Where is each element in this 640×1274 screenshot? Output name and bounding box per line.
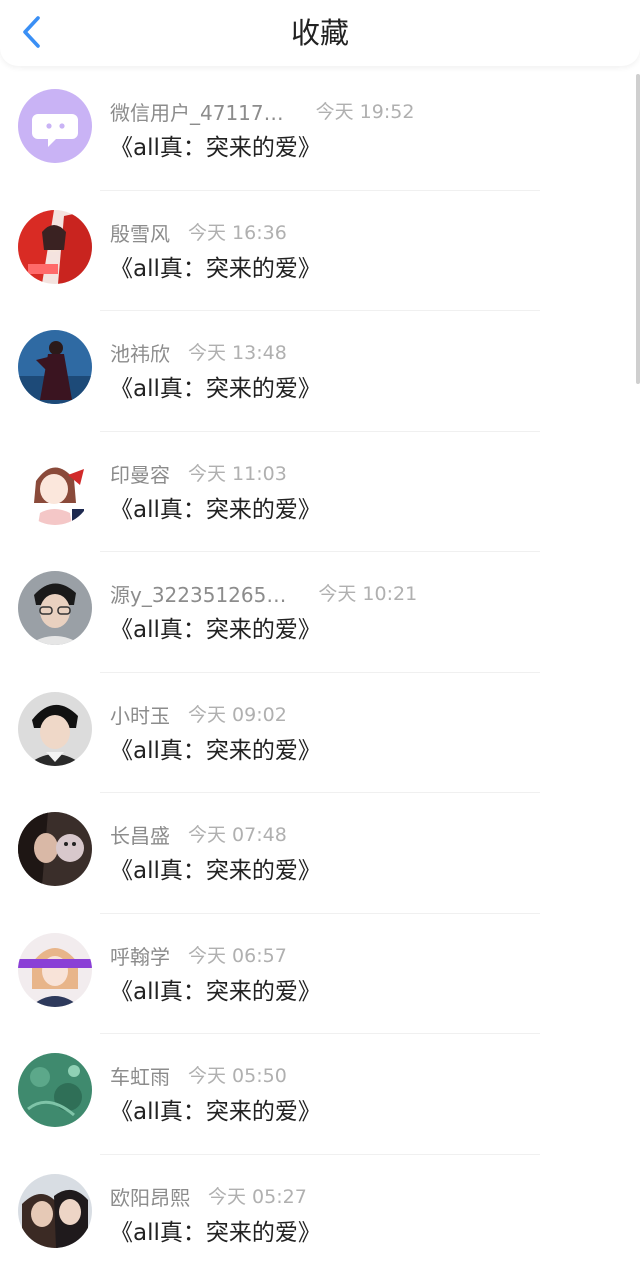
avatar[interactable] — [18, 1053, 92, 1127]
item-title: 《all真：突来的爱》 — [110, 255, 321, 282]
navigation-bar: 收藏 — [0, 0, 640, 66]
item-title: 《all真：突来的爱》 — [110, 737, 321, 764]
user-name: 源y_322351265… — [110, 583, 287, 607]
timestamp: 今天 05:27 — [208, 1185, 307, 1208]
avatar[interactable] — [18, 450, 92, 525]
item-title: 《all真：突来的爱》 — [110, 1219, 321, 1246]
list-item[interactable]: 呼翰学 今天 06:57 《all真：突来的爱》 — [0, 914, 640, 1034]
item-title: 《all真：突来的爱》 — [110, 978, 321, 1005]
user-name: 池祎欣 — [110, 342, 170, 366]
user-name: 欧阳昂熙 — [110, 1185, 190, 1210]
list-item[interactable]: 印曼容 今天 11:03 《all真：突来的爱》 — [0, 432, 640, 552]
avatar[interactable] — [18, 330, 92, 404]
avatar[interactable] — [18, 691, 92, 766]
user-name: 殷雪风 — [110, 221, 170, 246]
user-photo-icon — [18, 1053, 92, 1127]
timestamp: 今天 10:21 — [318, 583, 418, 605]
list-item[interactable]: 小时玉 今天 09:02 《all真：突来的爱》 — [0, 673, 640, 793]
avatar[interactable] — [18, 209, 92, 284]
user-photo-icon — [18, 932, 92, 1007]
item-title: 《all真：突来的爱》 — [110, 617, 321, 643]
avatar[interactable] — [18, 89, 92, 163]
user-name: 车虹雨 — [110, 1065, 170, 1089]
timestamp: 今天 13:48 — [188, 342, 287, 364]
avatar[interactable] — [18, 571, 92, 645]
timestamp: 今天 19:52 — [315, 101, 415, 123]
item-title: 《all真：突来的爱》 — [110, 496, 321, 523]
favorites-list: 微信用户_47117… 今天 19:52 《all真：突来的爱》 殷雪风 今天 16… — [0, 70, 640, 1274]
timestamp: 今天 11:03 — [188, 462, 287, 485]
wechat-default-avatar-icon — [18, 89, 92, 163]
list-item[interactable]: 欧阳昂熙 今天 05:27 《all真：突来的爱》 — [0, 1155, 640, 1274]
scrollbar[interactable] — [636, 74, 640, 384]
timestamp: 今天 07:48 — [188, 824, 287, 846]
user-photo-icon — [18, 450, 92, 525]
item-title: 《all真：突来的爱》 — [110, 1099, 321, 1125]
item-title: 《all真：突来的爱》 — [110, 858, 321, 884]
user-name: 长昌盛 — [110, 824, 170, 848]
user-photo-icon — [18, 691, 92, 766]
list-item[interactable]: 源y_322351265… 今天 10:21 《all真：突来的爱》 — [0, 552, 640, 673]
user-name: 印曼容 — [110, 462, 170, 487]
user-photo-icon — [18, 209, 92, 284]
timestamp: 今天 05:50 — [188, 1065, 287, 1087]
user-photo-icon — [18, 1173, 92, 1248]
user-photo-icon — [18, 812, 92, 886]
user-name: 呼翰学 — [110, 944, 170, 969]
list-item[interactable]: 长昌盛 今天 07:48 《all真：突来的爱》 — [0, 793, 640, 914]
user-name: 小时玉 — [110, 703, 170, 728]
avatar[interactable] — [18, 932, 92, 1007]
user-name: 微信用户_47117… — [110, 101, 284, 125]
timestamp: 今天 09:02 — [188, 703, 287, 726]
favorites-page: 收藏 微信用户_47117… 今天 19:52 《all真：突来的爱》 殷雪风 … — [0, 0, 640, 1274]
avatar[interactable] — [18, 812, 92, 886]
item-title: 《all真：突来的爱》 — [110, 135, 321, 161]
timestamp: 今天 16:36 — [188, 221, 287, 244]
list-item[interactable]: 车虹雨 今天 05:50 《all真：突来的爱》 — [0, 1034, 640, 1155]
avatar[interactable] — [18, 1173, 92, 1248]
list-item[interactable]: 微信用户_47117… 今天 19:52 《all真：突来的爱》 — [0, 70, 640, 191]
list-item[interactable]: 池祎欣 今天 13:48 《all真：突来的爱》 — [0, 311, 640, 432]
timestamp: 今天 06:57 — [188, 944, 287, 967]
list-item[interactable]: 殷雪风 今天 16:36 《all真：突来的爱》 — [0, 191, 640, 311]
item-title: 《all真：突来的爱》 — [110, 376, 321, 402]
page-title: 收藏 — [290, 16, 349, 50]
user-photo-icon — [18, 571, 92, 645]
user-photo-icon — [18, 330, 92, 404]
